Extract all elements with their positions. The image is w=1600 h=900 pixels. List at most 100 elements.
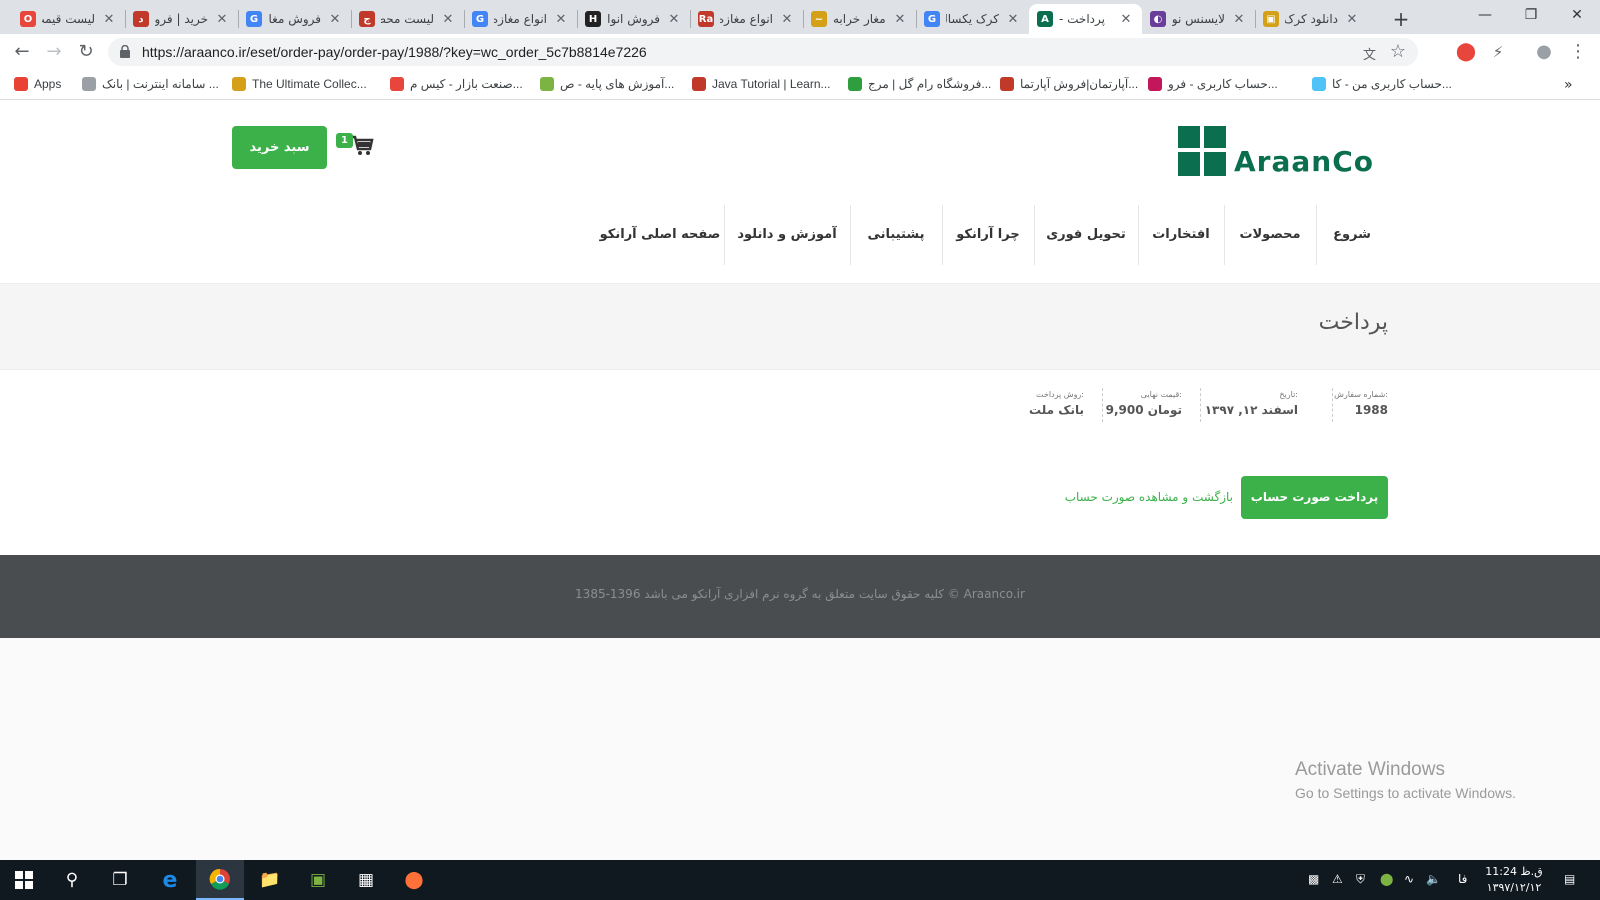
tab-close-icon[interactable]: ✕ xyxy=(1005,12,1021,27)
order-content: شماره سفارش: 1988 تاریخ: اسفند ۱۲, ۱۳۹۷ … xyxy=(0,370,1600,555)
tab-strip: O لیست قیمت ✕ د خرید | فروش ✕ G فروش مغازه ✕ ج لیس… xyxy=(0,0,1600,34)
edge-browser-icon[interactable]: e xyxy=(146,860,194,900)
nav-item-instant-delivery[interactable]: تحویل فوری xyxy=(1034,205,1138,265)
windows-start-icon[interactable] xyxy=(0,860,48,900)
menu-dots-icon[interactable]: ⋮ xyxy=(1566,40,1590,64)
logo-text: AraanCo xyxy=(1234,145,1374,178)
back-to-invoice-link[interactable]: بازگشت و مشاهده صورت حساب xyxy=(1065,490,1233,504)
bookmark-favicon-icon xyxy=(390,77,404,91)
nav-item-home[interactable]: صفحه اصلی آرانکو xyxy=(596,205,724,265)
bookmark-item[interactable]: Java Tutorial | Learn... xyxy=(692,77,831,91)
profile-avatar-icon[interactable]: ● xyxy=(1532,40,1556,64)
bookmark-star-icon[interactable]: ☆ xyxy=(1390,41,1406,62)
translate-icon[interactable]: 文 xyxy=(1363,44,1376,63)
bookmarks-bar: Apps سامانه اینترنت | بانک ... The Ultimat… xyxy=(0,70,1600,100)
nav-item-products[interactable]: محصولات xyxy=(1224,205,1316,265)
bookmark-item[interactable]: سامانه اینترنت | بانک ... xyxy=(82,77,219,91)
tray-color-icon[interactable]: ⬤ xyxy=(1380,872,1393,886)
minimize-button[interactable]: — xyxy=(1462,0,1508,30)
language-indicator[interactable]: فا xyxy=(1458,872,1467,886)
bookmarks-overflow-icon[interactable]: » xyxy=(1564,77,1573,93)
nav-item-tutorials-downloads[interactable]: آموزش و دانلود xyxy=(724,205,850,265)
tab-close-icon[interactable]: ✕ xyxy=(553,12,569,27)
bookmark-favicon-icon xyxy=(1312,77,1326,91)
browser-tab[interactable]: G کرک یکساله ✕ xyxy=(916,4,1029,34)
back-arrow-icon[interactable]: ← xyxy=(10,40,34,64)
browser-tab[interactable]: A پرداخت - ✕ xyxy=(1029,4,1142,34)
browser-tab[interactable]: ج لیست محصولات ✕ xyxy=(351,4,464,34)
tab-close-icon[interactable]: ✕ xyxy=(666,12,682,27)
tray-app-icon[interactable]: ▩ xyxy=(1308,872,1319,886)
tab-close-icon[interactable]: ✕ xyxy=(1344,12,1360,27)
tab-close-icon[interactable]: ✕ xyxy=(1231,12,1247,27)
tray-shield-icon[interactable]: ⛨ xyxy=(1356,872,1365,887)
volume-icon[interactable]: 🔈 xyxy=(1426,872,1441,886)
browser-tab[interactable]: ~ مغار خرابه ✕ xyxy=(803,4,916,34)
calculator-icon[interactable]: ▦ xyxy=(342,860,390,900)
firefox-icon[interactable]: ⬤ xyxy=(390,860,438,900)
new-tab-button[interactable]: + xyxy=(1388,6,1414,32)
nav-item-support[interactable]: پشتیبانی xyxy=(850,205,942,265)
logo-mark-icon xyxy=(1178,125,1228,176)
nav-item-start[interactable]: شروع xyxy=(1316,205,1388,265)
bookmark-label: حساب کاربری من - کا... xyxy=(1332,77,1452,91)
bookmark-item[interactable]: فروشگاه رام گل | مرج... xyxy=(848,77,991,91)
nav-item-why-araanco[interactable]: چرا آرانکو xyxy=(942,205,1034,265)
wifi-icon[interactable]: ∿ xyxy=(1404,872,1414,886)
tab-close-icon[interactable]: ✕ xyxy=(779,12,795,27)
tab-close-icon[interactable]: ✕ xyxy=(101,12,117,27)
tab-title: لیست محصولات xyxy=(381,12,434,26)
bookmark-item[interactable]: آموزش های پایه - ص... xyxy=(540,77,674,91)
file-explorer-icon[interactable]: 📁 xyxy=(246,860,294,900)
browser-tab[interactable]: Ra انواع مغازه ✕ xyxy=(690,4,803,34)
tab-close-icon[interactable]: ✕ xyxy=(327,12,343,27)
notification-center-icon[interactable]: ▤ xyxy=(1564,872,1575,886)
tab-favicon-icon: G xyxy=(246,11,262,27)
url-text[interactable]: https://araanco.ir/eset/order-pay/order-… xyxy=(142,44,647,60)
notepad-icon[interactable]: ▣ xyxy=(294,860,342,900)
browser-tab[interactable]: ◐ لایسنس نود ✕ xyxy=(1142,4,1255,34)
browser-tab[interactable]: د خرید | فروش ✕ xyxy=(125,4,238,34)
pay-invoice-button[interactable]: پرداخت صورت حساب xyxy=(1241,476,1388,519)
tab-title: لیست قیمت xyxy=(42,12,95,26)
browser-tab[interactable]: ▣ دانلود کرک ✕ xyxy=(1255,4,1368,34)
nav-item-honors[interactable]: افتخارات xyxy=(1138,205,1224,265)
cart-button[interactable]: سبد خرید xyxy=(232,126,327,169)
browser-tab[interactable]: O لیست قیمت ✕ xyxy=(12,4,125,34)
tab-separator xyxy=(351,10,352,28)
windows-taskbar: ⚲ ❐ e 📁 ▣ ▦ ⬤ ▩ ⚠ ⛨ ⬤ ∿ 🔈 فا 11:24 ق.ظ ۱… xyxy=(0,860,1600,900)
tab-title: پرداخت - xyxy=(1059,12,1105,26)
bookmark-item[interactable]: صنعت بازار - کیس م... xyxy=(390,77,523,91)
bookmark-item[interactable]: The Ultimate Collec... xyxy=(232,77,367,91)
chrome-browser-icon[interactable] xyxy=(196,860,244,900)
address-bar[interactable]: https://araanco.ir/eset/order-pay/order-… xyxy=(108,38,1418,66)
reload-icon[interactable]: ↻ xyxy=(74,40,98,64)
bookmark-item[interactable]: آپارتمان|فروش آپارتما... xyxy=(1000,77,1138,91)
araanco-logo[interactable]: AraanCo xyxy=(1178,123,1374,178)
tab-close-icon[interactable]: ✕ xyxy=(440,12,456,27)
bookmark-item[interactable]: حساب کاربری - فرو... xyxy=(1148,77,1278,91)
tab-close-icon[interactable]: ✕ xyxy=(892,12,908,27)
bookmark-label: فروشگاه رام گل | مرج... xyxy=(868,77,992,91)
bookmark-item[interactable]: حساب کاربری من - کا... xyxy=(1312,77,1452,91)
browser-tab[interactable]: G فروش مغازه ✕ xyxy=(238,4,351,34)
browser-tab[interactable]: G انواع مغازه ✕ xyxy=(464,4,577,34)
close-window-button[interactable]: ✕ xyxy=(1554,0,1600,30)
shopping-cart-icon[interactable] xyxy=(350,133,374,157)
tray-network-off-icon[interactable]: ⚠ xyxy=(1332,872,1343,886)
task-view-icon[interactable]: ❐ xyxy=(96,860,144,900)
opera-extension-icon[interactable]: ⬤ xyxy=(1454,40,1478,64)
main-nav: شروع محصولات افتخارات تحویل فوری چرا آرا… xyxy=(0,205,1600,265)
search-icon[interactable]: ⚲ xyxy=(48,860,96,900)
bookmark-item[interactable]: Apps xyxy=(14,77,61,91)
browser-tab[interactable]: H فروش انواع ✕ xyxy=(577,4,690,34)
restore-button[interactable]: ❐ xyxy=(1508,0,1554,30)
tab-close-icon[interactable]: ✕ xyxy=(214,12,230,27)
taskbar-clock[interactable]: 11:24 ق.ظ ۱۳۹۷/۱۲/۱۲ xyxy=(1484,864,1544,896)
tab-title: کرک یکساله xyxy=(946,12,999,26)
forward-arrow-icon[interactable]: → xyxy=(42,40,66,64)
order-payment-method: روش پرداخت: بانک ملت xyxy=(1028,390,1084,417)
extension-icon[interactable]: ⚡ xyxy=(1486,40,1510,64)
tab-close-icon[interactable]: ✕ xyxy=(1118,12,1134,27)
bookmark-label: Apps xyxy=(34,77,62,91)
